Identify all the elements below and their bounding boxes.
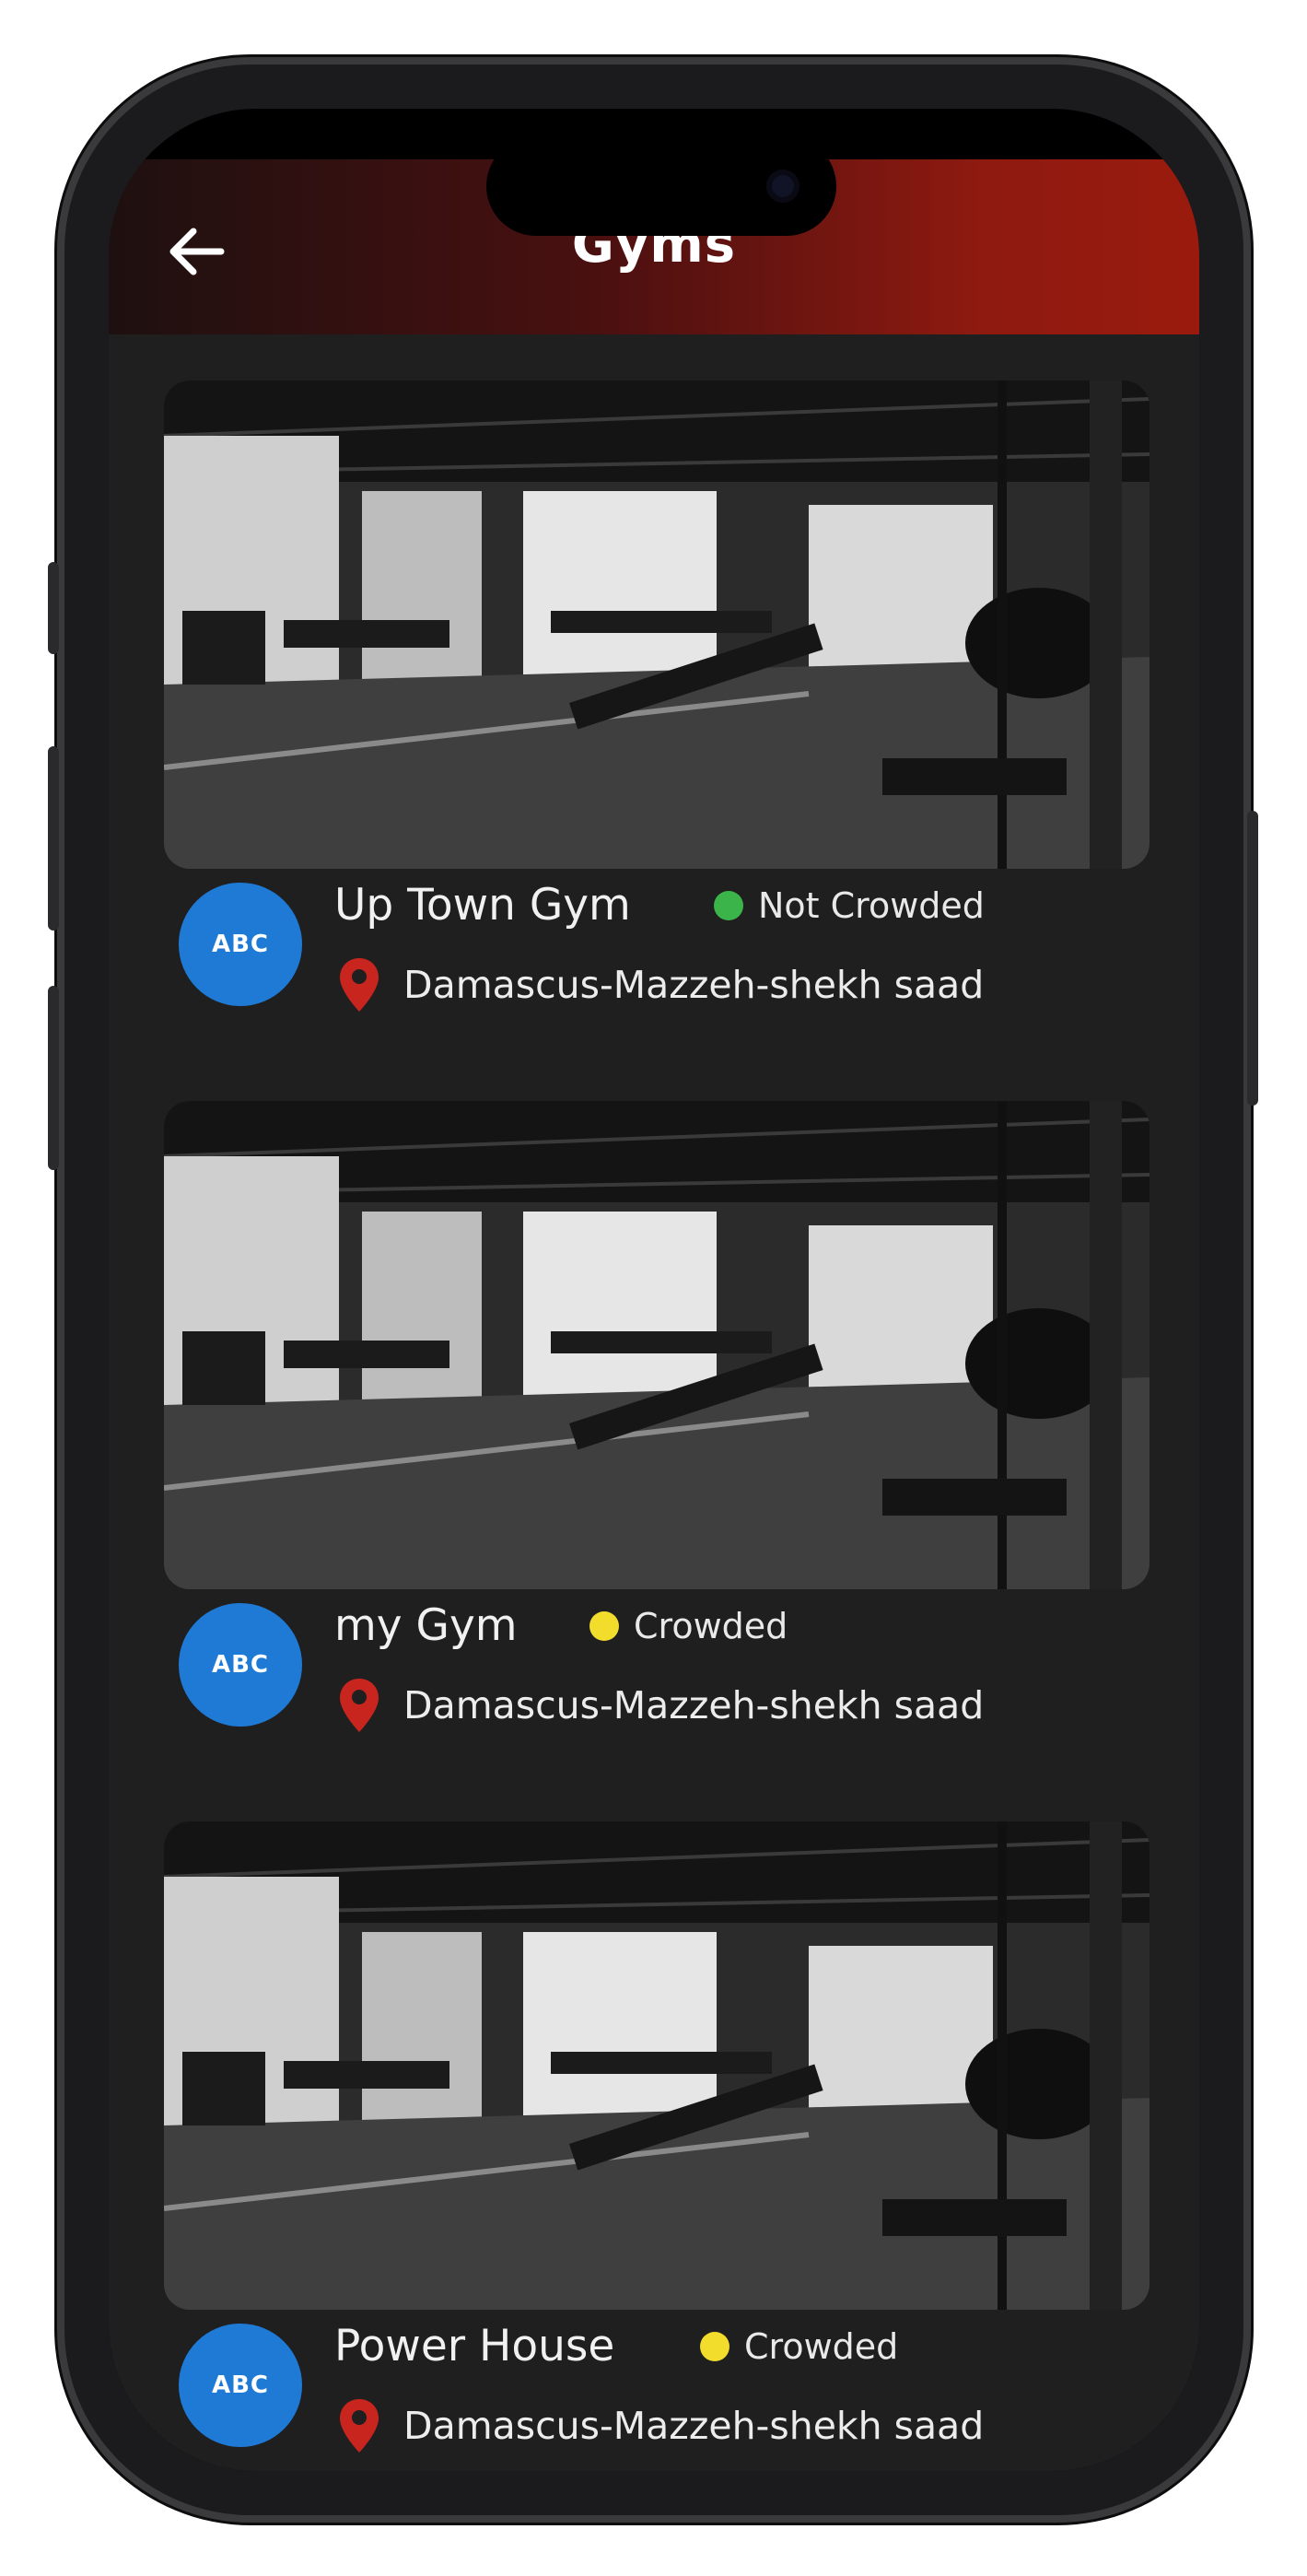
gym-logo-avatar: ABC <box>179 883 302 1006</box>
crowd-status-label: Crowded <box>744 2326 899 2367</box>
gym-name: Up Town Gym <box>334 880 631 931</box>
location-pin-icon <box>340 2399 379 2453</box>
crowd-status: Crowded <box>700 2326 898 2367</box>
gym-location: Damascus-Mazzeh-shekh saad <box>337 956 984 1013</box>
status-dot-icon <box>589 1611 619 1641</box>
gym-location: Damascus-Mazzeh-shekh saad <box>337 1677 984 1734</box>
location-pin-icon <box>340 958 379 1012</box>
crowd-status-label: Not Crowded <box>758 885 985 926</box>
volume-down-button <box>48 986 59 1170</box>
crowd-status: Not Crowded <box>714 885 985 926</box>
location-text: Damascus-Mazzeh-shekh saad <box>403 2404 985 2448</box>
status-dot-icon <box>714 891 743 920</box>
power-button <box>1247 811 1258 1106</box>
crowd-status: Crowded <box>589 1606 788 1646</box>
gym-photo <box>164 1101 1149 1589</box>
volume-up-button <box>48 746 59 931</box>
gym-name: Power House <box>334 2321 615 2371</box>
crowd-status-label: Crowded <box>634 1606 788 1646</box>
gym-name: my Gym <box>334 1600 518 1651</box>
gym-logo-avatar: ABC <box>179 1603 302 1727</box>
location-pin-icon <box>340 1679 379 1732</box>
gym-photo <box>164 1821 1149 2310</box>
action-button <box>48 562 59 654</box>
dynamic-island <box>486 136 836 236</box>
gym-logo-avatar: ABC <box>179 2324 302 2447</box>
gyms-screen: Gyms ABC Up Town Gym Not Crowded Damascu… <box>109 159 1199 2471</box>
gym-location: Damascus-Mazzeh-shekh saad <box>337 2397 984 2454</box>
status-dot-icon <box>700 2332 729 2361</box>
location-text: Damascus-Mazzeh-shekh saad <box>403 1683 985 1727</box>
camera-icon <box>766 170 799 203</box>
phone-screen: Gyms ABC Up Town Gym Not Crowded Damascu… <box>109 109 1199 2471</box>
gym-photo <box>164 381 1149 869</box>
location-text: Damascus-Mazzeh-shekh saad <box>403 963 985 1007</box>
